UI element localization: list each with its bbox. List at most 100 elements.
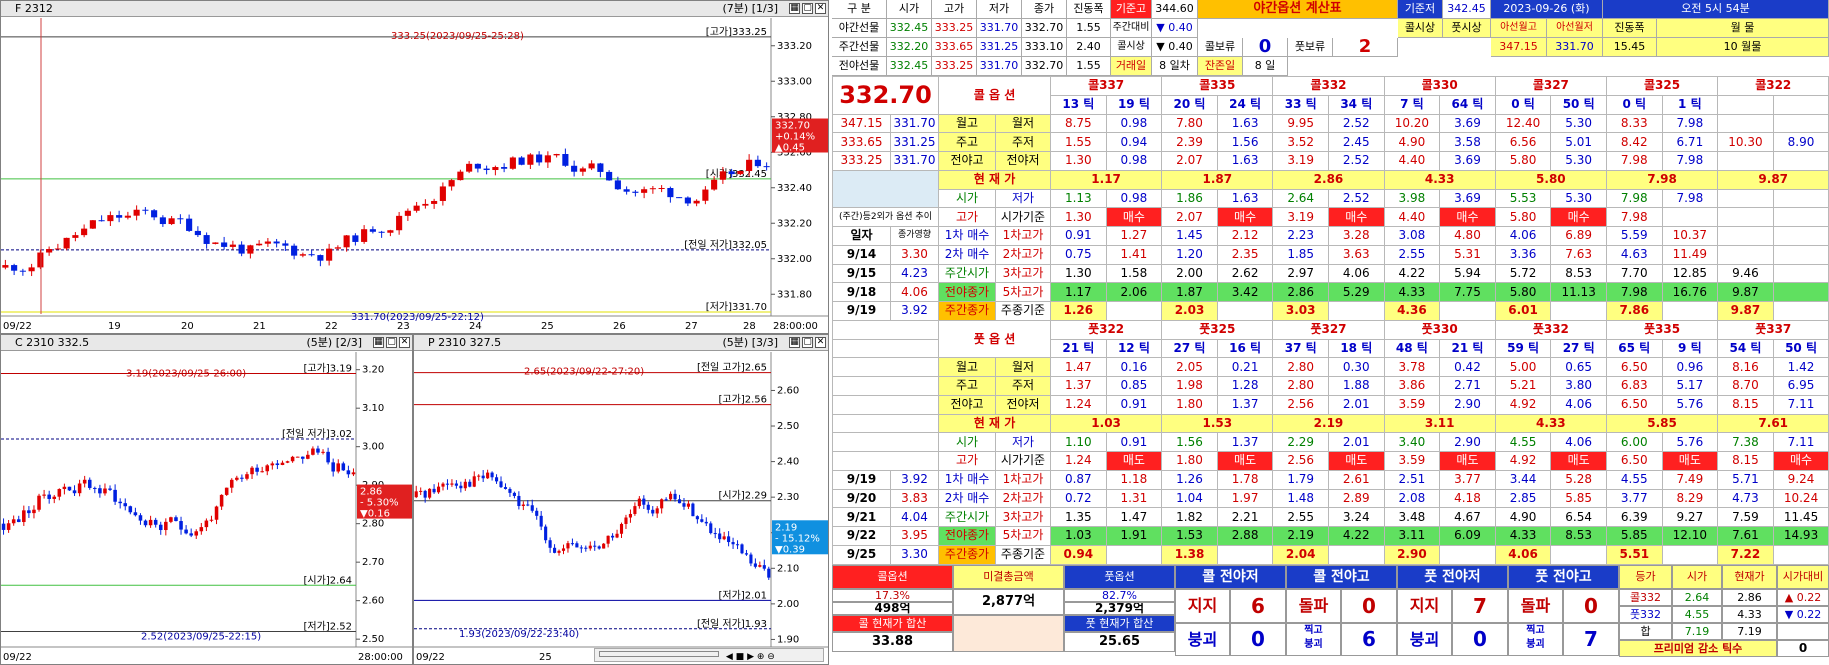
option-cell: 3.40 [1383,432,1441,452]
put-candlestick-chart[interactable]: 2.602.502.402.302.202.102.001.90[전일 고가]2… [414,352,829,665]
candle-body [422,203,429,206]
level-header: 콜 전야고 [1286,565,1397,589]
row-label: 3차고가 [994,263,1052,284]
candle-body [508,488,512,493]
futures-candlestick-chart[interactable]: 333.20333.00332.80332.60332.40332.20332.… [1,18,829,334]
option-cell: 2.62 [1216,263,1274,284]
put-hold-value: 2 [1333,38,1398,57]
trend-value: 3.92 [890,469,939,490]
put-chart-pane[interactable]: P 2310 327.5 (5분) [3/3] ▦ ▢ ✕ 2.60 2.50 2.… [413,334,829,665]
candle-body [299,254,306,256]
option-cell: 5.30 [1550,188,1607,209]
candle-body [414,491,418,498]
strike-header: 콜322 [1717,76,1829,96]
tick-cell: 27 틱 [1161,338,1218,359]
option-cell [1105,301,1163,321]
status-value: 6 [1341,623,1397,656]
option-cell: 12.85 [1661,263,1719,284]
candle-body [387,230,394,233]
candle-body [27,510,31,514]
candle-body [153,519,158,525]
option-cell: 4.73 [1717,488,1774,509]
scroll-left-icon[interactable]: ◀ [726,652,733,662]
option-cell: 14.93 [1772,526,1829,546]
cell: 333.25 [932,19,977,38]
option-cell: 4.92 [1494,394,1552,415]
side-cell: 합 [1619,623,1672,640]
x-tick-label: 20 [181,321,194,332]
level-label: [시가]2.64 [304,574,352,586]
option-cell [1327,301,1385,321]
spacer-cell [832,432,939,452]
option-cell: 6.54 [1550,507,1607,527]
candle-body [240,477,244,479]
call-candlestick-chart[interactable]: 3.203.103.002.902.802.702.602.50[고가]3.19… [1,352,413,665]
option-cell: 7.98 [1605,207,1663,227]
x-tick-label: 09/22 [3,652,32,663]
option-cell: 3.58 [1439,132,1496,152]
put-chart-titlebar[interactable]: P 2310 327.5 (5분) [3/3] ▦ ▢ ✕ [414,335,828,351]
candle-body [512,492,516,496]
candle-body [530,505,534,511]
premium-label: 프리미엄 감소 틱수 [1619,640,1777,657]
option-cell: 4.22 [1383,263,1441,284]
option-cell: 0.72 [1050,488,1107,509]
option-cell: 5.85 [1550,488,1607,509]
candle-body [57,489,62,497]
tick-cell: 50 틱 [1550,94,1607,115]
candle-body [413,205,420,211]
option-cell: 1.37 [1216,432,1274,452]
x-tick-label: 09/22 [416,652,445,663]
cell: 331.70 [1547,38,1603,57]
close-icon[interactable]: ✕ [399,337,410,348]
candle-body [459,485,463,489]
cell: 332.20 [887,38,932,57]
candle-body [159,217,166,225]
row-label: 5차고가 [994,282,1052,302]
calc-row: 9/21 4.04 주간시가 3차고가 1.35 1.47 1.82 2.21 2.55 3.24… [832,507,1829,527]
zoom-out-icon[interactable]: ⊖ [767,652,775,662]
maximize-icon[interactable]: ▢ [386,337,397,348]
put-chart-title: P 2310 327.5 [428,336,502,349]
low-annotation: 331.70(2023/09/25-22:12) [351,312,484,323]
close-icon[interactable]: ✕ [815,3,826,14]
trend-date: 9/20 [832,488,891,509]
option-cell: 1.26 [1050,301,1107,321]
candle-body [133,512,138,516]
settings-icon[interactable]: ▦ [789,3,800,14]
strike-header: 풋325 [1161,319,1274,340]
call-chart-pane[interactable]: C 2310 332.5 (5분) [2/3] ▦ ▢ ✕ 3.20 3.10 3.… [0,334,413,665]
cell: 331.70 [977,57,1022,76]
close-icon[interactable]: ✕ [815,337,826,348]
scroll-toolbar[interactable]: ◀ ■ ▶ ⊕ ⊖ [594,648,824,662]
option-cell: 3.98 [1383,188,1441,209]
chart-page: [2/3] [335,336,362,349]
futures-chart-titlebar[interactable]: F 2312 (7분) [1/3] ▦ ▢ ✕ [1,1,828,17]
candle-body [711,179,718,190]
zoom-in-icon[interactable]: ⊕ [757,652,765,662]
maximize-icon[interactable]: ▢ [802,337,813,348]
settings-icon[interactable]: ▦ [789,337,800,348]
option-cell: 6.83 [1605,376,1663,396]
call-chart-title: C 2310 332.5 [15,336,90,349]
futures-chart-pane[interactable]: F 2312 (7분) [1/3] ▦ ▢ ✕ 333.20 333.00 332.… [0,0,829,334]
settings-icon[interactable]: ▦ [373,337,384,348]
option-cell: 1.30 [1050,207,1107,227]
cell: 거래일 [1111,57,1152,76]
candle-body [562,153,569,166]
candle-body [718,533,722,540]
col-low: 저가 [977,0,1022,19]
option-cell [1717,151,1774,171]
scroll-track[interactable] [599,651,719,657]
scroll-right-icon[interactable]: ▶ [747,652,754,662]
option-cell: 매도 [1216,451,1274,471]
cell: 347.15 [1491,38,1547,57]
candle-body [221,242,228,247]
call-chart-titlebar[interactable]: C 2310 332.5 (5분) [2/3] ▦ ▢ ✕ [1,335,412,351]
maximize-icon[interactable]: ▢ [802,3,813,14]
option-cell [1772,263,1829,284]
option-cell: 4.22 [1327,526,1385,546]
cell: 풋시상 [1443,19,1491,38]
row-label: 주간시가 [938,263,996,284]
stop-icon[interactable]: ■ [736,652,745,662]
